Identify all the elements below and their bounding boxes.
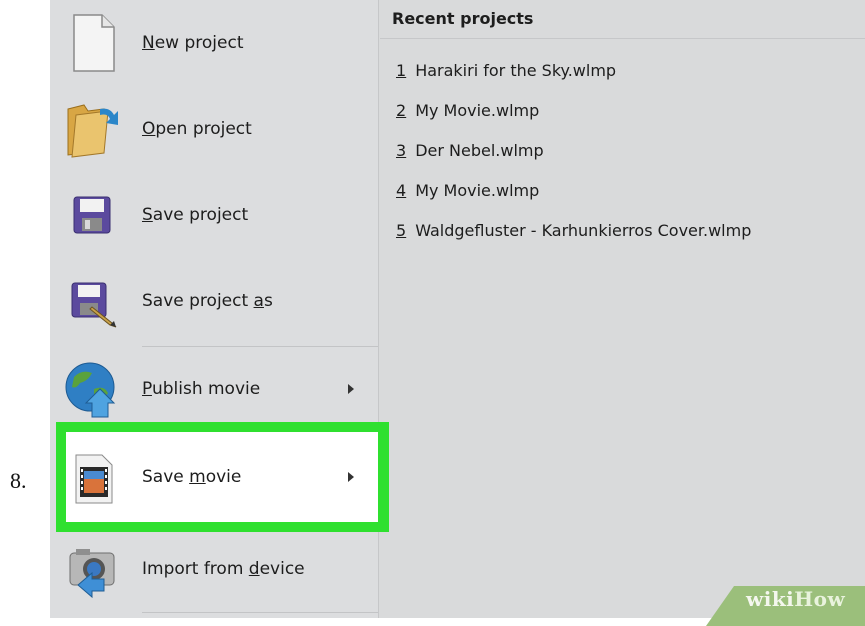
wikihow-watermark: wikiHow [746,587,846,611]
floppy-disk-pencil-icon [62,271,122,331]
save-movie-label: Save movie [142,467,242,487]
header-rule [380,38,865,39]
recent-item[interactable]: 5 Waldgefluster - Karhunkierros Cover.wlm… [396,221,751,240]
open-project-label: Open project [142,119,252,139]
blank-document-icon [62,13,122,73]
recent-item[interactable]: 1 Harakiri for the Sky.wlmp [396,61,616,80]
camera-import-icon [62,539,122,599]
submenu-arrow-icon [348,384,354,394]
save-project-label: Save project [142,205,249,225]
menu-item-publish-movie[interactable]: Publish movie [50,346,378,432]
new-project-label: New project [142,33,244,53]
menu-item-open-project[interactable]: Open project [50,86,378,172]
step-number: 8. [10,468,27,493]
menu-item-new-project[interactable]: New project [50,0,378,86]
separator [142,612,378,613]
submenu-arrow-icon [348,472,354,482]
recent-projects-heading: Recent projects [392,9,534,28]
globe-upload-icon [62,359,122,419]
menu-item-save-project-as[interactable]: Save project as [50,258,378,344]
recent-item[interactable]: 3 Der Nebel.wlmp [396,141,544,160]
save-project-as-label: Save project as [142,291,273,311]
menu-item-import-from-device[interactable]: Import from device [50,526,378,612]
film-icon [62,447,122,507]
recent-item[interactable]: 2 My Movie.wlmp [396,101,539,120]
publish-movie-label: Publish movie [142,379,261,399]
menu-item-save-project[interactable]: Save project [50,172,378,258]
open-folder-icon [62,99,122,159]
import-from-device-label: Import from device [142,559,305,579]
recent-item[interactable]: 4 My Movie.wlmp [396,181,539,200]
floppy-disk-icon [62,185,122,245]
menu-item-save-movie[interactable]: Save movie [50,434,378,520]
